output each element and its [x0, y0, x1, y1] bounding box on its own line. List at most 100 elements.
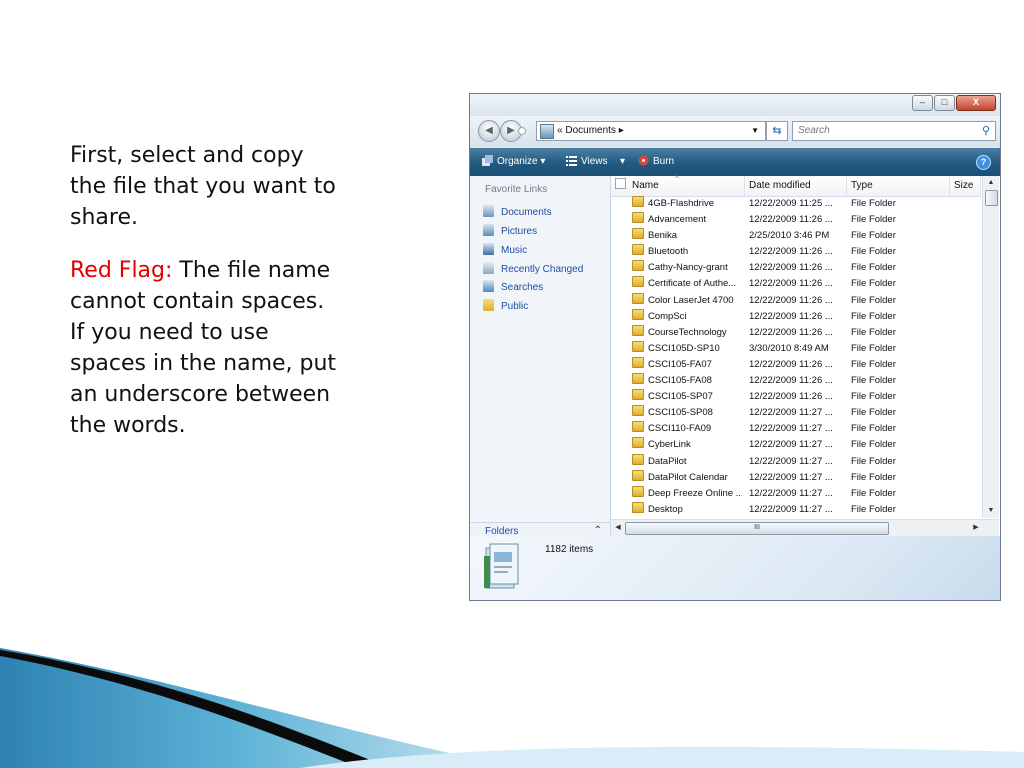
table-row[interactable]: 4GB-Flashdrive 12/22/2009 11:25 ... File F…: [611, 196, 981, 212]
views-dropdown[interactable]: ▾: [620, 155, 625, 169]
nav-item-documents[interactable]: Documents: [483, 205, 552, 219]
file-name-cell: DataPilot Calendar: [632, 469, 742, 486]
table-row[interactable]: Advancement 12/22/2009 11:26 ... File Fold…: [611, 212, 981, 228]
chevron-up-icon: ⌃: [593, 525, 602, 536]
item-count: 1182 items: [545, 544, 594, 555]
table-row[interactable]: CSCI105-FA08 12/22/2009 11:26 ... File Fol…: [611, 373, 981, 389]
help-button[interactable]: ?: [976, 155, 991, 170]
nav-item-public[interactable]: Public: [483, 299, 528, 313]
column-date-modified[interactable]: Date modified: [745, 176, 847, 196]
table-row[interactable]: Bluetooth 12/22/2009 11:26 ... File Folder: [611, 244, 981, 260]
file-name-cell: CSCI105D-SP10: [632, 340, 742, 357]
date-modified-cell: 12/22/2009 11:26 ...: [749, 375, 833, 387]
search-input[interactable]: Search ⚲: [792, 121, 996, 141]
favorite-links-header: Favorite Links: [485, 184, 548, 195]
organize-button[interactable]: Organize ▾: [482, 155, 545, 169]
table-row[interactable]: CSCI105-FA07 12/22/2009 11:26 ... File Fol…: [611, 356, 981, 373]
folder-icon: [632, 469, 644, 481]
folder-icon: [632, 196, 644, 207]
date-modified-cell: 12/22/2009 11:26 ...: [749, 246, 833, 258]
table-row[interactable]: Certificate of Authe... 12/22/2009 11:26 …: [611, 276, 981, 292]
table-row[interactable]: Cathy-Nancy-grant 12/22/2009 11:26 ... Fil…: [611, 260, 981, 276]
type-cell: File Folder: [851, 375, 896, 387]
explorer-window: – □ X ◀ ▶ « Documents ▸ ▼ ⇆ Search ⚲ Org…: [469, 93, 1001, 601]
nav-item-label: Documents: [501, 207, 552, 218]
decorative-wave: [0, 648, 1024, 768]
date-modified-cell: 2/25/2010 3:46 PM: [749, 230, 830, 242]
scroll-right-icon[interactable]: ▶: [969, 520, 983, 536]
burn-button[interactable]: Burn: [638, 155, 674, 169]
breadcrumb-documents[interactable]: Documents: [565, 125, 616, 136]
search-icon[interactable]: ⚲: [982, 122, 990, 140]
nav-item-music[interactable]: Music: [483, 243, 527, 257]
breadcrumb-arrow-icon[interactable]: ▸: [619, 125, 624, 136]
public-folder-icon: [483, 299, 494, 311]
table-row[interactable]: CSCI105D-SP10 3/30/2010 8:49 AM File Folde…: [611, 340, 981, 357]
table-row[interactable]: CompSci 12/22/2009 11:26 ... File Folder: [611, 308, 981, 325]
type-cell: File Folder: [851, 198, 896, 209]
file-name-cell: CSCI105-SP08: [632, 405, 742, 421]
type-cell: File Folder: [851, 423, 896, 435]
back-button[interactable]: ◀: [478, 120, 500, 142]
slide-text: First, select and copy the file that you…: [70, 140, 340, 463]
file-name: Advancement: [648, 214, 707, 226]
type-cell: File Folder: [851, 214, 896, 226]
column-type[interactable]: Type: [847, 176, 950, 196]
address-dropdown-icon[interactable]: ▼: [751, 122, 759, 140]
table-row[interactable]: Deep Freeze Online ... 12/22/2009 11:27 .…: [611, 485, 981, 502]
scroll-up-icon[interactable]: ▲: [983, 176, 999, 190]
scroll-down-icon[interactable]: ▼: [983, 504, 999, 518]
folder-icon: [632, 244, 644, 256]
table-row[interactable]: CourseTechnology 12/22/2009 11:26 ... File…: [611, 324, 981, 341]
file-name-cell: CSCI105-FA07: [632, 356, 742, 373]
file-name-cell: Cathy-Nancy-grant: [632, 260, 742, 276]
nav-item-recently-changed[interactable]: Recently Changed: [483, 262, 583, 276]
red-flag-paragraph: Red Flag: The file name cannot contain s…: [70, 255, 340, 441]
folder-icon: [632, 453, 644, 465]
table-row[interactable]: CyberLink 12/22/2009 11:27 ... File Folder: [611, 437, 981, 453]
file-name-cell: CompSci: [632, 308, 742, 325]
file-name-cell: CyberLink: [632, 437, 742, 453]
table-row[interactable]: CSCI105-SP08 12/22/2009 11:27 ... File Fol…: [611, 405, 981, 421]
vertical-scroll-thumb[interactable]: [985, 190, 998, 206]
table-row[interactable]: CSCI105-SP07 12/22/2009 11:26 ... File Fol…: [611, 389, 981, 405]
burn-disc-icon: [638, 155, 649, 166]
type-cell: File Folder: [851, 278, 896, 290]
file-name: CSCI110-FA09: [648, 423, 712, 435]
table-row[interactable]: Color LaserJet 4700 12/22/2009 11:26 ... F…: [611, 292, 981, 309]
horizontal-scrollbar[interactable]: ◀ III ▶: [611, 519, 999, 536]
vertical-scrollbar[interactable]: ▲ ▼: [982, 176, 999, 518]
address-bar[interactable]: « Documents ▸ ▼: [536, 121, 766, 141]
refresh-button[interactable]: ⇆: [766, 121, 788, 141]
file-name-cell: Deep Freeze Online ...: [632, 485, 742, 502]
minimize-button[interactable]: –: [912, 95, 933, 111]
folder-icon: [632, 260, 644, 272]
searches-icon: [483, 280, 494, 292]
recent-pages-dropdown[interactable]: [518, 127, 526, 135]
select-all-checkbox[interactable]: [615, 178, 626, 189]
close-button[interactable]: X: [956, 95, 996, 111]
file-name: DataPilot Calendar: [648, 471, 728, 483]
maximize-button[interactable]: □: [934, 95, 955, 111]
nav-item-pictures[interactable]: Pictures: [483, 224, 537, 238]
folder-icon: [632, 421, 644, 433]
address-row: ◀ ▶ « Documents ▸ ▼ ⇆ Search ⚲: [470, 116, 1000, 146]
file-name-cell: CourseTechnology: [632, 324, 742, 341]
file-rows: 4GB-Flashdrive 12/22/2009 11:25 ... File F…: [611, 196, 981, 518]
scroll-left-icon[interactable]: ◀: [611, 520, 625, 536]
folder-icon: [632, 485, 644, 497]
table-row[interactable]: CSCI110-FA09 12/22/2009 11:27 ... File Fol…: [611, 421, 981, 437]
table-row[interactable]: DataPilot 12/22/2009 11:27 ... File Folder: [611, 453, 981, 470]
column-size[interactable]: Size: [950, 176, 981, 196]
views-button[interactable]: Views: [566, 155, 608, 169]
address-chevrons[interactable]: «: [557, 125, 563, 136]
help-icon: ?: [980, 157, 987, 167]
table-row[interactable]: Benika 2/25/2010 3:46 PM File Folder: [611, 228, 981, 244]
horizontal-scroll-thumb[interactable]: III: [625, 522, 889, 535]
table-row[interactable]: Desktop 12/22/2009 11:27 ... File Folder: [611, 501, 981, 518]
column-name[interactable]: Name ^: [611, 174, 745, 196]
search-placeholder: Search: [798, 125, 830, 136]
table-row[interactable]: DataPilot Calendar 12/22/2009 11:27 ... Fi…: [611, 469, 981, 486]
type-cell: File Folder: [851, 487, 896, 499]
nav-item-searches[interactable]: Searches: [483, 280, 543, 294]
